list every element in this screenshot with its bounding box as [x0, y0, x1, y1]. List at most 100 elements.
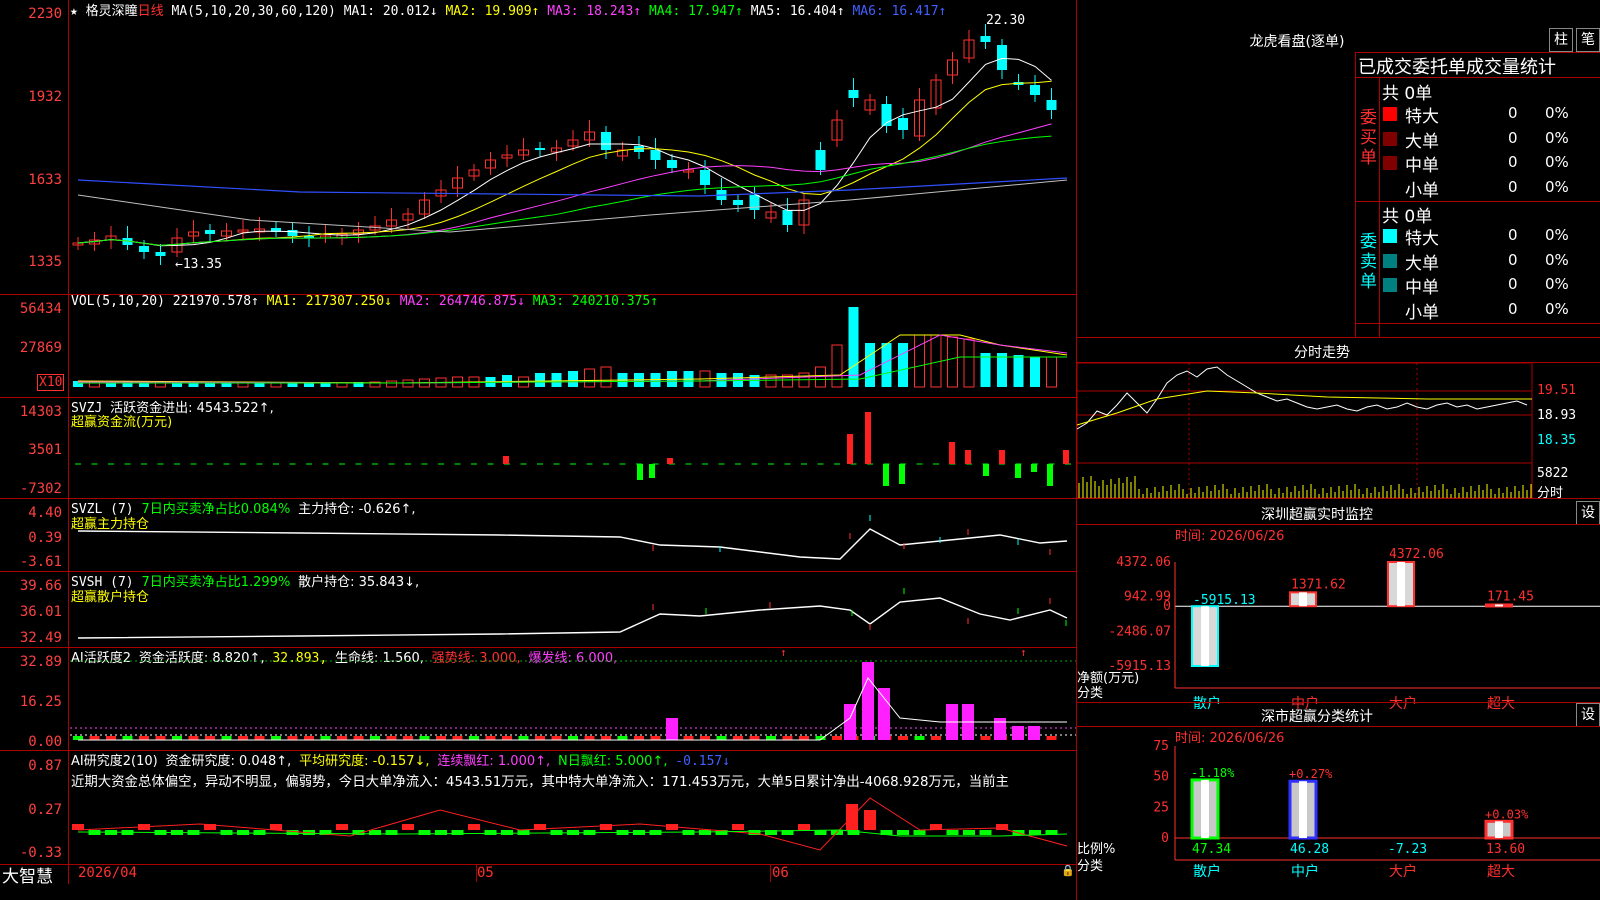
- order-percent: 0%: [1545, 104, 1569, 122]
- bar-mode-button[interactable]: 柱: [1549, 28, 1573, 52]
- activity-bar: [862, 662, 874, 740]
- class-bar-highlight: [1495, 821, 1503, 838]
- fund-flow-bar: [847, 434, 853, 464]
- volume-chart[interactable]: [0, 295, 1077, 397]
- ma-line: [77, 57, 1052, 247]
- fund-flow-bar: [649, 464, 655, 478]
- activity-bar: [1028, 726, 1040, 740]
- y-tick-label: 0.87: [28, 758, 62, 774]
- lock-icon[interactable]: 🔒: [1061, 864, 1075, 877]
- main-chart-area[interactable]: ★ 格灵深瞳日线 MA(5,10,20,30,60,120) MA1: 20.0…: [0, 0, 1077, 900]
- order-count: 0: [1508, 177, 1518, 196]
- activity-bar: [122, 736, 133, 740]
- research-bar: [451, 830, 464, 835]
- candlestick-chart[interactable]: [0, 0, 1077, 294]
- research-bar: [946, 830, 959, 835]
- sz-class-title: 深市超赢分类统计: [1261, 709, 1373, 725]
- volume-bar: [584, 368, 595, 388]
- order-count: 0: [1508, 250, 1518, 269]
- activity-bar: [469, 736, 479, 740]
- activity-bar: [436, 736, 446, 740]
- y-tick-label: 50: [1153, 770, 1169, 785]
- activity-bar: [584, 736, 595, 740]
- activity-bar: [320, 736, 331, 740]
- order-count: 0: [1508, 128, 1518, 147]
- svzj-chart[interactable]: [0, 398, 1077, 498]
- activity-bar: [994, 718, 1006, 740]
- y-tick-label: 75: [1153, 739, 1169, 754]
- right-panel: 龙虎看盘(逐单) 柱 笔 已成交委托单成交量统计 委买单 委卖单 共 0单 共 …: [1076, 0, 1600, 900]
- order-size-label: 中单: [1405, 156, 1439, 176]
- volume-bar: [402, 379, 414, 388]
- volume-bar: [221, 383, 232, 387]
- ai-research-chart[interactable]: [0, 790, 1077, 864]
- price-tick-label: 18.93: [1537, 408, 1577, 423]
- sz-monitor-settings-button[interactable]: 设: [1576, 501, 1600, 525]
- activity-bar: [914, 736, 925, 740]
- order-percent: 0%: [1545, 177, 1569, 196]
- svsh-chart[interactable]: [0, 572, 1077, 647]
- bar-value-label: 1371.62: [1291, 577, 1346, 592]
- order-percent: 0%: [1545, 250, 1569, 269]
- volume-bar: [1013, 355, 1024, 387]
- intraday-chart[interactable]: [1076, 362, 1537, 499]
- volume-bar: [535, 373, 545, 387]
- y-tick-label: 0: [1161, 831, 1169, 846]
- volume-bar: [749, 375, 760, 387]
- sz-class-settings-button[interactable]: 设: [1576, 703, 1600, 727]
- ai-active-chart[interactable]: ↑ ↑: [0, 646, 1077, 750]
- category-label: 散户: [1193, 695, 1221, 712]
- research-bar: [913, 830, 926, 835]
- candle-body: [535, 148, 545, 150]
- activity-bar: [370, 736, 380, 740]
- volume-bar: [320, 383, 331, 387]
- sz-monitor-chart[interactable]: 4372.06942.990-2486.07-5915.13-5915.13散户…: [1077, 540, 1600, 712]
- candle-body: [848, 90, 859, 98]
- tick-mode-button[interactable]: 笔: [1576, 28, 1600, 52]
- sz-class-chart[interactable]: 75 50 25 0 -1.18% 47.34 散户 +0.27% 46.28 中户 -7.23 大户…: [1077, 739, 1600, 900]
- bar-value-label: 4372.06: [1389, 547, 1444, 562]
- order-percent: 0%: [1545, 128, 1569, 147]
- app-brand[interactable]: 大智慧: [2, 862, 53, 887]
- candle-body: [997, 45, 1007, 70]
- fund-flow-bar: [667, 458, 673, 464]
- chart-frame: [1076, 362, 1533, 499]
- legend-swatch: [1383, 107, 1397, 121]
- volume-bar: [568, 371, 578, 387]
- candle-body: [205, 230, 215, 234]
- holding-line: [77, 597, 1068, 639]
- ma-line: [77, 135, 1052, 246]
- bottom-value-label: 13.60: [1486, 842, 1525, 857]
- activity-bar: [304, 736, 314, 740]
- order-percent: 0%: [1545, 226, 1569, 244]
- volume-bar: [881, 343, 892, 387]
- category-label: 超大: [1487, 696, 1515, 712]
- research-bar: [864, 810, 876, 830]
- activity-bar: [782, 736, 793, 740]
- sell-orders-label: 委卖单: [1360, 232, 1377, 292]
- fund-flow-bar: [899, 464, 905, 484]
- volume-bar: [997, 353, 1007, 387]
- research-bar: [402, 824, 414, 830]
- activity-bar: [601, 736, 611, 740]
- y-tick-label: 0: [1163, 599, 1171, 614]
- buy-orders-label: 委买单: [1360, 108, 1377, 168]
- activity-bar: [271, 736, 281, 740]
- order-size-label: 特大: [1405, 107, 1439, 127]
- volume-bar: [270, 382, 282, 388]
- fund-flow-bar: [1063, 450, 1069, 464]
- research-bar: [468, 824, 480, 830]
- volume-bar: [502, 375, 512, 387]
- bar-value-label: -5915.13: [1193, 593, 1256, 608]
- svzl-chart[interactable]: [0, 499, 1077, 571]
- activity-bar: [254, 736, 265, 740]
- buy-total: 共 0单: [1382, 84, 1433, 104]
- research-bar: [484, 830, 497, 835]
- activity-bar: [535, 736, 545, 740]
- top-percent-label: +0.03%: [1485, 807, 1529, 821]
- activity-bar: [898, 736, 908, 740]
- activity-bar: [287, 736, 298, 740]
- research-bar: [963, 830, 975, 835]
- research-bar: [270, 824, 282, 830]
- research-bar: [699, 830, 711, 835]
